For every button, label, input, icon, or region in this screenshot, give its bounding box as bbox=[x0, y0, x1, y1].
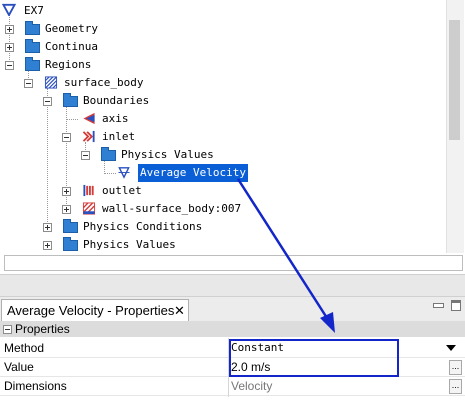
annotation-arrow-line bbox=[236, 178, 329, 319]
annotation-arrowhead bbox=[320, 312, 335, 333]
annotation-arrow bbox=[236, 178, 335, 333]
